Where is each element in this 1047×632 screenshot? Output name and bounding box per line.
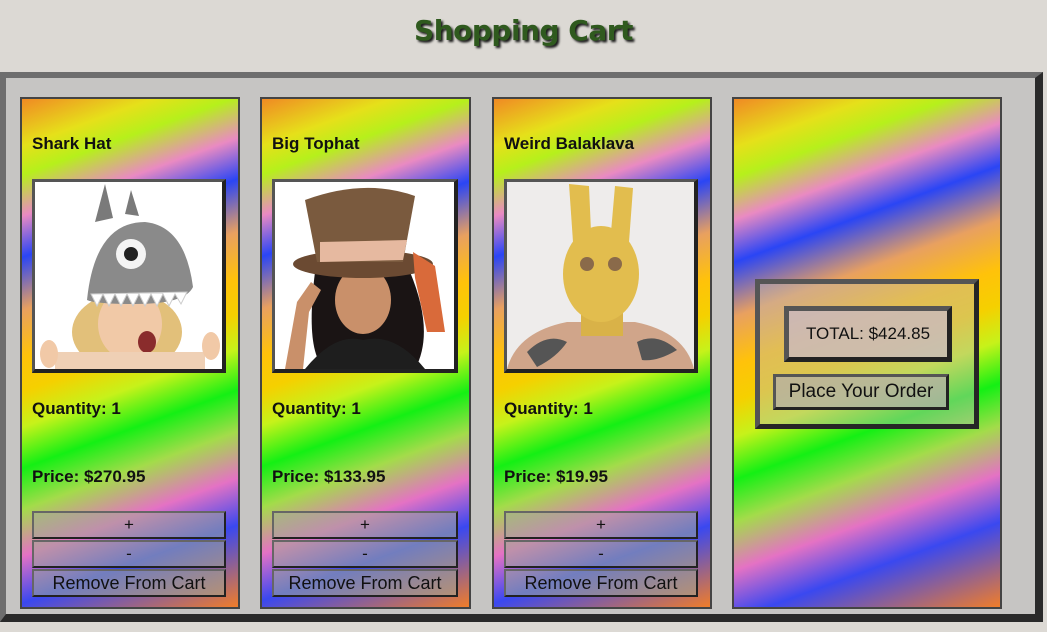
product-image-big-tophat bbox=[272, 179, 458, 373]
item-name: Weird Balaklava bbox=[504, 134, 635, 153]
product-image-shark-hat bbox=[32, 179, 226, 373]
remove-from-cart-button[interactable]: Remove From Cart bbox=[504, 569, 698, 597]
item-quantity: Quantity: 1 bbox=[32, 399, 121, 418]
cart-item-card: Shark Hat Quantity: 1 Price: $270.95 + -… bbox=[20, 97, 240, 609]
page-title: Shopping Cart bbox=[414, 14, 633, 47]
cart-item-card: Weird Balaklava Quantity: 1 Price: $19.9… bbox=[492, 97, 712, 609]
remove-from-cart-button[interactable]: Remove From Cart bbox=[32, 569, 226, 597]
decrease-quantity-button[interactable]: - bbox=[504, 540, 698, 568]
item-name: Shark Hat bbox=[32, 134, 112, 153]
increase-quantity-button[interactable]: + bbox=[504, 511, 698, 539]
increase-quantity-button[interactable]: + bbox=[272, 511, 458, 539]
item-price: Price: $19.95 bbox=[504, 467, 608, 486]
decrease-quantity-button[interactable]: - bbox=[272, 540, 458, 568]
order-summary-box: TOTAL: $424.85 Place Your Order bbox=[755, 279, 979, 429]
order-summary-panel: TOTAL: $424.85 Place Your Order bbox=[732, 97, 1002, 609]
cart-container: Shark Hat Quantity: 1 Price: $270.95 + -… bbox=[0, 72, 1043, 622]
remove-from-cart-button[interactable]: Remove From Cart bbox=[272, 569, 458, 597]
increase-quantity-button[interactable]: + bbox=[32, 511, 226, 539]
product-image-weird-balaklava bbox=[504, 179, 698, 373]
cart-total: TOTAL: $424.85 bbox=[784, 306, 952, 362]
place-order-button[interactable]: Place Your Order bbox=[773, 374, 949, 410]
item-price: Price: $270.95 bbox=[32, 467, 146, 486]
item-quantity: Quantity: 1 bbox=[272, 399, 361, 418]
item-price: Price: $133.95 bbox=[272, 467, 386, 486]
item-quantity: Quantity: 1 bbox=[504, 399, 593, 418]
decrease-quantity-button[interactable]: - bbox=[32, 540, 226, 568]
cart-item-card: Big Tophat Quantity: 1 Price: $133.95 + … bbox=[260, 97, 471, 609]
item-name: Big Tophat bbox=[272, 134, 360, 153]
